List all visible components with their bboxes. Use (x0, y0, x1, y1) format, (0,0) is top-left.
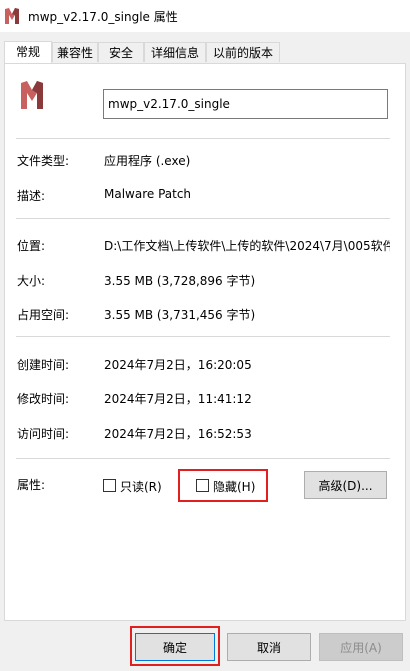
separator (16, 138, 390, 139)
created-label: 创建时间: (17, 358, 70, 372)
disk-size-value: 3.55 MB (3,731,456 字节) (104, 308, 256, 322)
file-name-input[interactable] (103, 89, 388, 119)
location-value[interactable]: D:\工作文档\上传软件\上传的软件\2024\7月\005软件 (104, 237, 390, 254)
type-label: 文件类型: (17, 154, 70, 168)
separator (16, 218, 390, 219)
tab-general[interactable]: 常规 (4, 41, 52, 63)
tab-previous-versions[interactable]: 以前的版本 (206, 42, 280, 62)
advanced-button[interactable]: 高级(D)... (304, 471, 387, 499)
accessed-value: 2024年7月2日，16:52:53 (104, 427, 252, 441)
file-icon (21, 81, 43, 109)
created-value: 2024年7月2日，16:20:05 (104, 358, 252, 372)
window-title: mwp_v2.17.0_single 属性 (28, 10, 178, 24)
size-label: 大小: (17, 274, 46, 288)
tab-compatibility[interactable]: 兼容性 (52, 42, 98, 62)
title-bar: mwp_v2.17.0_single 属性 (0, 0, 410, 32)
separator (16, 336, 390, 337)
hidden-checkbox[interactable] (196, 479, 209, 492)
general-panel (4, 63, 406, 621)
readonly-label[interactable]: 只读(R) (120, 478, 162, 495)
location-label: 位置: (17, 239, 46, 253)
app-logo-icon (5, 8, 19, 24)
readonly-checkbox[interactable] (103, 479, 116, 492)
apply-button: 应用(A) (319, 633, 403, 661)
modified-value: 2024年7月2日，11:41:12 (104, 392, 252, 406)
cancel-button[interactable]: 取消 (227, 633, 311, 661)
tab-details[interactable]: 详细信息 (144, 42, 206, 62)
tab-strip: 常规 兼容性 安全 详细信息 以前的版本 (0, 41, 410, 64)
ok-button[interactable]: 确定 (135, 633, 215, 661)
description-value: Malware Patch (104, 187, 192, 201)
separator (16, 458, 390, 459)
size-value: 3.55 MB (3,728,896 字节) (104, 274, 256, 288)
description-label: 描述: (17, 189, 46, 203)
disk-size-label: 占用空间: (17, 308, 70, 322)
attributes-label: 属性: (17, 478, 46, 492)
tab-security[interactable]: 安全 (98, 42, 144, 62)
accessed-label: 访问时间: (17, 427, 70, 441)
hidden-label[interactable]: 隐藏(H) (213, 478, 255, 495)
type-value: 应用程序 (.exe) (104, 154, 191, 168)
modified-label: 修改时间: (17, 392, 70, 406)
